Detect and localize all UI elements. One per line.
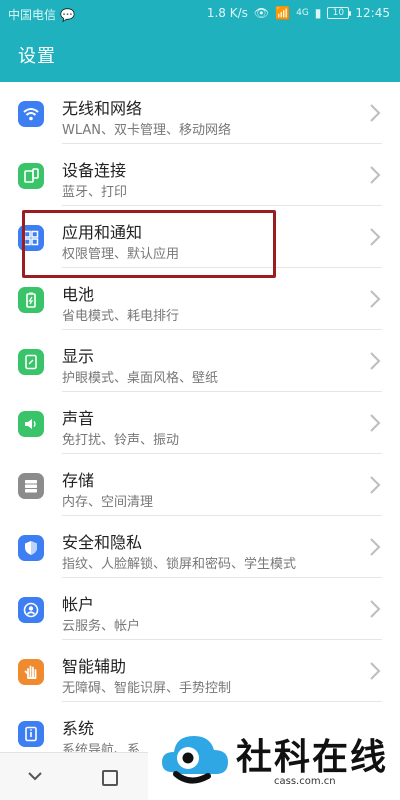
- chevron-right-icon: [370, 352, 381, 370]
- item-title: 安全和隐私: [62, 533, 143, 552]
- back-chevron-down-icon[interactable]: [26, 767, 44, 785]
- chevron-right-icon: [370, 662, 381, 680]
- wifi-icon: [18, 101, 44, 127]
- wifi-status-icon: 📶: [275, 6, 291, 20]
- item-subtitle: 护眼模式、桌面风格、壁纸: [62, 371, 219, 386]
- item-subtitle: WLAN、双卡管理、移动网络: [62, 123, 232, 138]
- chevron-right-icon: [370, 290, 381, 308]
- settings-item-sound[interactable]: 声音 免打扰、铃声、振动: [0, 392, 400, 454]
- network-speed: 1.8 K/s: [206, 6, 248, 20]
- shield-icon: [18, 535, 44, 561]
- item-title: 无线和网络: [62, 99, 143, 118]
- highlight-box: [22, 210, 276, 278]
- watermark-logo-icon: [162, 736, 228, 784]
- chevron-right-icon: [370, 104, 381, 122]
- chevron-right-icon: [370, 476, 381, 494]
- battery-indicator: 10: [327, 7, 352, 19]
- chevron-right-icon: [370, 538, 381, 556]
- chevron-right-icon: [370, 166, 381, 184]
- settings-item-device-connection[interactable]: 设备连接 蓝牙、打印: [0, 144, 400, 206]
- item-title: 显示: [62, 347, 95, 366]
- battery-icon: [18, 287, 44, 313]
- item-title: 系统: [62, 719, 95, 738]
- carrier-label: 中国电信: [8, 8, 57, 22]
- settings-item-security-privacy[interactable]: 安全和隐私 指纹、人脸解锁、锁屏和密码、学生模式: [0, 516, 400, 578]
- settings-item-display[interactable]: 显示 护眼模式、桌面风格、壁纸: [0, 330, 400, 392]
- item-title: 声音: [62, 409, 95, 428]
- item-subtitle: 蓝牙、打印: [62, 185, 128, 200]
- display-icon: [18, 349, 44, 375]
- item-subtitle: 指纹、人脸解锁、锁屏和密码、学生模式: [62, 557, 297, 572]
- settings-item-smart-assistance[interactable]: 智能辅助 无障碍、智能识屏、手势控制: [0, 640, 400, 702]
- item-subtitle: 省电模式、耗电排行: [62, 309, 180, 324]
- settings-item-wireless-network[interactable]: 无线和网络 WLAN、双卡管理、移动网络: [0, 82, 400, 144]
- item-title: 电池: [62, 285, 95, 304]
- hand-icon: [18, 659, 44, 685]
- item-subtitle: 无障碍、智能识屏、手势控制: [62, 681, 232, 696]
- storage-icon: [18, 473, 44, 499]
- system-icon: [18, 721, 44, 747]
- account-icon: [18, 597, 44, 623]
- item-subtitle: 免打扰、铃声、振动: [62, 433, 180, 448]
- device-connect-icon: [18, 163, 44, 189]
- top-bar: 中国电信 💬 1.8 K/s 👁 📶 4G ▮ 10 12:45 设置: [0, 0, 400, 82]
- sound-icon: [18, 411, 44, 437]
- watermark-text: 社科在线: [236, 737, 389, 778]
- watermark-domain: cass.com.cn: [274, 776, 336, 787]
- wechat-notification-icon: 💬: [60, 7, 75, 22]
- chevron-right-icon: [370, 414, 381, 432]
- item-title: 帐户: [62, 595, 95, 614]
- home-square-icon[interactable]: [102, 770, 118, 786]
- chevron-right-icon: [370, 228, 381, 246]
- settings-list: 无线和网络 WLAN、双卡管理、移动网络 设备连接 蓝牙、打印 应用和通知 权限…: [0, 82, 400, 764]
- item-title: 存储: [62, 471, 95, 490]
- page-title: 设置: [18, 46, 56, 67]
- watermark: 社科在线 cass.com.cn: [148, 718, 400, 800]
- item-title: 智能辅助: [62, 657, 127, 676]
- status-bar: 中国电信 💬 1.8 K/s 👁 📶 4G ▮ 10 12:45: [0, 0, 400, 28]
- item-subtitle: 云服务、帐户: [62, 619, 141, 634]
- battery-level: 10: [332, 8, 345, 18]
- settings-item-account[interactable]: 帐户 云服务、帐户: [0, 578, 400, 640]
- item-subtitle: 内存、空间清理: [62, 495, 154, 510]
- clock: 12:45: [355, 6, 390, 20]
- eye-comfort-icon: 👁: [253, 6, 270, 20]
- chevron-right-icon: [370, 600, 381, 618]
- signal-icon: ▮: [314, 6, 322, 20]
- settings-item-storage[interactable]: 存储 内存、空间清理: [0, 454, 400, 516]
- network-type: 4G: [296, 8, 309, 18]
- item-title: 设备连接: [62, 161, 127, 180]
